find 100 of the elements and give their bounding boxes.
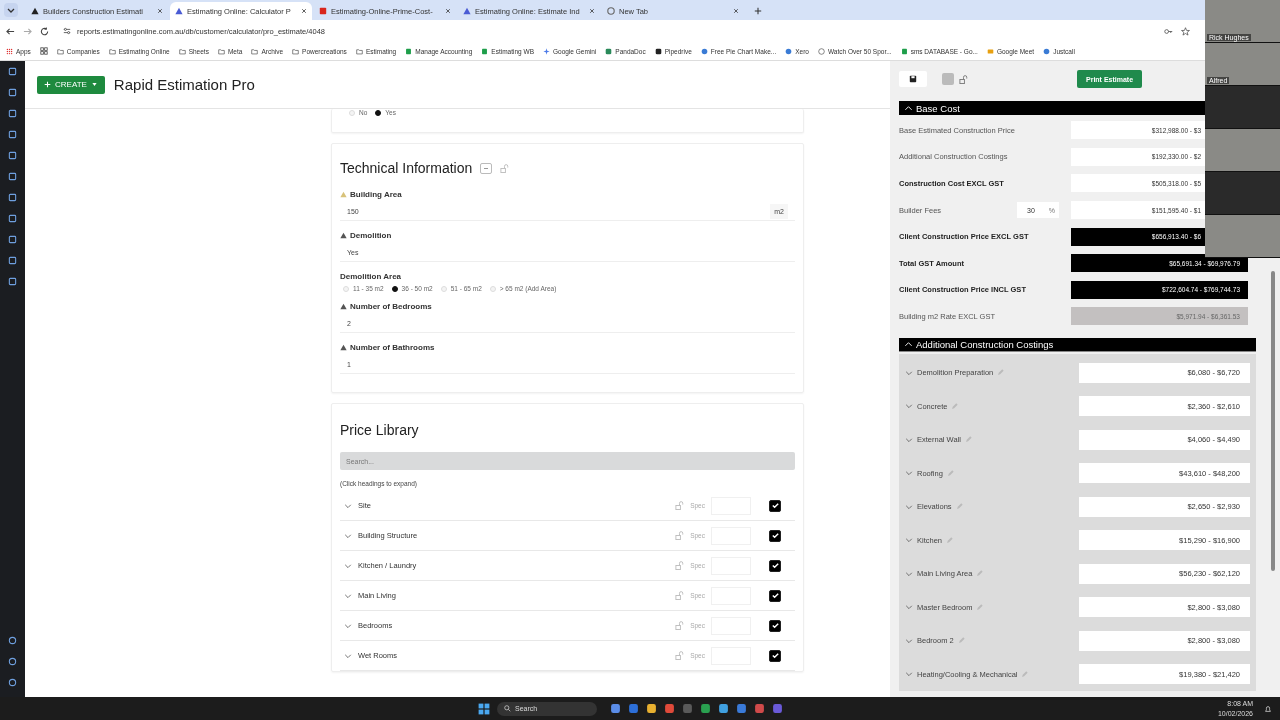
unlocked-padlock-icon[interactable] [675, 651, 685, 660]
checkbox[interactable] [769, 619, 781, 632]
sidebar-icon[interactable] [8, 193, 17, 202]
sidebar-icon[interactable] [8, 172, 17, 181]
chevron-down-icon[interactable] [905, 536, 913, 544]
windows-start-icon[interactable] [478, 702, 490, 715]
star-icon[interactable] [1181, 26, 1190, 36]
sidebar-icon[interactable] [8, 67, 17, 76]
checkmark-icon [770, 651, 780, 660]
checkbox[interactable] [769, 499, 781, 512]
sidebar-icon[interactable] [8, 88, 17, 97]
unlocked-padlock-icon[interactable] [675, 621, 685, 630]
close-icon[interactable] [157, 8, 163, 14]
checkbox[interactable] [769, 559, 781, 572]
chevron-down-icon[interactable] [344, 591, 352, 600]
bookmark-favicon-icon [986, 47, 994, 55]
triangle-icon [31, 7, 39, 15]
taskbar-app-icon[interactable] [664, 703, 675, 714]
reload-icon[interactable] [40, 26, 49, 36]
radio-dot-icon[interactable] [375, 109, 382, 116]
chevron-down-icon[interactable] [905, 502, 913, 511]
new-tab-icon[interactable] [754, 7, 762, 15]
checkmark-icon [770, 531, 780, 540]
checkbox[interactable] [769, 649, 781, 662]
tab-list-button[interactable] [4, 3, 18, 17]
chevron-down-icon[interactable] [905, 469, 913, 477]
sidebar-icon[interactable] [8, 235, 17, 244]
unlocked-padlock-icon[interactable] [675, 531, 685, 540]
sidebar-icon[interactable] [8, 214, 17, 223]
sidebar-icon[interactable] [8, 130, 17, 139]
field-label: Demolition Area [340, 272, 402, 281]
section-title: Price Library [340, 422, 420, 438]
close-icon[interactable] [733, 8, 739, 14]
site-settings-icon[interactable] [63, 27, 71, 35]
unlocked-padlock-icon[interactable] [675, 591, 685, 600]
field-label: Building Area [350, 190, 402, 199]
grid-icon[interactable] [39, 47, 48, 55]
radio-dot-icon[interactable] [391, 285, 398, 292]
globe-icon [607, 7, 615, 15]
create-button[interactable]: CREATE [37, 75, 105, 94]
chevron-down-icon[interactable] [905, 670, 913, 678]
taskbar-app-icon[interactable] [718, 703, 729, 714]
caret-icon [90, 81, 98, 88]
checkbox[interactable] [769, 589, 781, 602]
chevron-down-icon[interactable] [905, 435, 913, 444]
unlocked-padlock-icon[interactable] [959, 74, 968, 84]
chevron-up-icon [904, 103, 913, 113]
plus-icon [44, 81, 51, 88]
taskbar-app-icon[interactable] [754, 703, 765, 714]
chevron-up-icon [904, 339, 913, 349]
chevron-down-icon[interactable] [344, 651, 352, 660]
folder-icon [217, 47, 225, 55]
unlocked-padlock-icon[interactable] [500, 163, 510, 173]
scrollbar-thumb[interactable] [1271, 271, 1275, 571]
checkmark-icon [770, 501, 780, 510]
taskbar-app-icon[interactable] [610, 703, 621, 714]
bookmark-favicon-icon [900, 47, 908, 55]
taskbar-app-icon[interactable] [700, 703, 711, 714]
chevron-down-icon[interactable] [905, 368, 913, 377]
taskbar-app-icon[interactable] [736, 703, 747, 714]
folder-icon [108, 47, 116, 55]
chevron-down-icon[interactable] [905, 402, 913, 410]
back-arrow-icon[interactable] [6, 26, 15, 36]
section-title: Technical Information [340, 160, 473, 176]
search-icon [504, 705, 511, 712]
chevron-down-icon[interactable] [344, 531, 352, 540]
close-icon[interactable] [589, 8, 595, 14]
taskbar-app-icon[interactable] [628, 703, 639, 714]
section-header[interactable]: Additional Construction Costings [899, 337, 1256, 352]
chevron-down-icon[interactable] [905, 636, 913, 645]
sidebar-icon[interactable] [8, 151, 17, 160]
checkmark-icon [770, 591, 780, 600]
chevron-down-icon[interactable] [905, 603, 913, 611]
sidebar-icon[interactable] [8, 277, 17, 286]
checkbox[interactable] [769, 529, 781, 542]
close-icon[interactable] [301, 8, 307, 14]
section-header[interactable]: Base Cost [899, 101, 1205, 115]
chevron-down-icon[interactable] [344, 501, 352, 510]
bookmark-favicon-icon [405, 47, 413, 55]
sidebar-icon[interactable] [8, 678, 17, 687]
save-button[interactable] [899, 71, 927, 87]
chevron-down-icon[interactable] [344, 561, 352, 570]
sidebar-icon[interactable] [8, 256, 17, 265]
field-label: Number of Bedrooms [350, 302, 432, 311]
unlocked-padlock-icon[interactable] [675, 501, 685, 510]
chevron-down-icon[interactable] [905, 569, 913, 578]
folder-icon [292, 47, 300, 55]
folder-icon [178, 47, 186, 55]
sidebar-icon[interactable] [8, 109, 17, 118]
forward-arrow-icon[interactable] [23, 26, 32, 36]
unlocked-padlock-icon[interactable] [675, 561, 685, 570]
sidebar-icon[interactable] [8, 636, 17, 645]
sidebar-icon[interactable] [8, 657, 17, 666]
key-icon[interactable] [1164, 26, 1173, 36]
close-icon[interactable] [445, 8, 451, 14]
taskbar-app-icon[interactable] [646, 703, 657, 714]
folder-icon [355, 47, 363, 55]
folder-icon [251, 47, 259, 55]
notification-icon[interactable] [1264, 704, 1272, 713]
chevron-down-icon[interactable] [344, 621, 352, 630]
